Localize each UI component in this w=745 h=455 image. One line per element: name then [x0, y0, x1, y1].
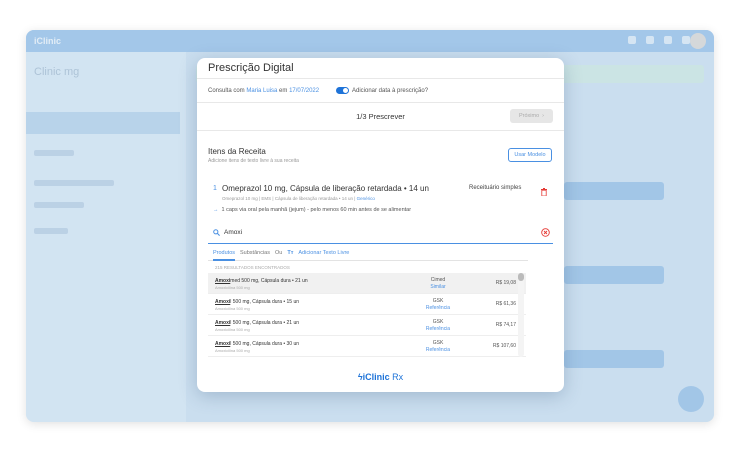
use-model-button[interactable]: Usar Modelo — [508, 148, 552, 162]
result-name: Amoximed 500 mg, Cápsula dura • 21 un — [215, 278, 308, 284]
results-list: Amoximed 500 mg, Cápsula dura • 21 un Am… — [208, 273, 526, 357]
result-substance: Amoxicilina 500 mg — [215, 306, 250, 311]
result-lab: Cimed — [430, 277, 446, 283]
result-lab: GSK — [432, 298, 444, 304]
result-substance: Amoxicilina 500 mg — [215, 348, 250, 353]
consult-mid: em — [279, 88, 288, 94]
clear-icon[interactable] — [541, 228, 550, 237]
result-name: Amoxil 500 mg, Cápsula dura • 30 un — [215, 341, 300, 347]
prescription-type[interactable]: Receituário simples — [469, 185, 521, 191]
result-name: Amoxil 500 mg, Cápsula dura • 15 un — [215, 299, 300, 305]
tabs-divider — [208, 260, 528, 261]
result-category: Referência — [425, 326, 451, 332]
search-input[interactable] — [224, 227, 424, 238]
result-price: R$ 107,60 — [492, 343, 516, 349]
step-indicator: 1/3 Prescrever — [356, 112, 405, 121]
search-tabs: Produtos Substâncias Ou Tт Adicionar Tex… — [213, 250, 349, 256]
tab-products[interactable]: Produtos — [213, 250, 235, 256]
add-free-text-button[interactable]: Adicionar Texto Livre — [298, 250, 349, 256]
item-meta: Omeprazol 10 mg | EMS | Cápsula de liber… — [222, 196, 375, 201]
result-row[interactable]: Amoxil 500 mg, Cápsula dura • 21 un Amox… — [208, 315, 526, 336]
search-underline — [208, 243, 553, 244]
result-lab: GSK — [432, 319, 444, 325]
result-row[interactable]: Amoximed 500 mg, Cápsula dura • 21 un Am… — [208, 273, 526, 294]
tab-substances[interactable]: Substâncias — [240, 250, 270, 256]
search-icon — [213, 229, 220, 236]
chevron-right-icon: › — [542, 113, 544, 119]
item-number: 1 — [213, 185, 217, 192]
tab-active-indicator — [213, 259, 235, 261]
iclinic-rx-logo: ϟiClinic Rx — [357, 372, 404, 382]
result-lab: GSK — [432, 340, 444, 346]
result-price: R$ 74,17 — [495, 322, 516, 328]
divider — [197, 102, 564, 103]
result-name: Amoxil 500 mg, Cápsula dura • 21 un — [215, 320, 300, 326]
divider — [197, 78, 564, 79]
results-scrollbar[interactable] — [518, 273, 524, 357]
divider — [197, 130, 564, 131]
consult-date-link[interactable]: 17/07/2022 — [289, 88, 319, 94]
result-category: Referência — [425, 305, 451, 311]
next-button[interactable]: Próximo › — [510, 109, 553, 123]
result-substance: Amoxicilina 500 mg — [215, 327, 250, 332]
result-row[interactable]: Amoxil 500 mg, Cápsula dura • 15 un Amox… — [208, 294, 526, 315]
results-count: 215 RESULTADOS ENCONTRADOS — [215, 265, 290, 270]
tab-or: Ou — [274, 250, 283, 256]
arrow-right-icon: → — [213, 207, 219, 213]
patient-link[interactable]: Maria Luisa — [246, 88, 277, 94]
result-price: R$ 61,36 — [495, 301, 516, 307]
consult-prefix: Consulta com — [208, 88, 245, 94]
posology-text: 1 caps via oral pela manhã (jejum) - pel… — [221, 207, 412, 213]
result-price: R$ 19,08 — [495, 280, 516, 286]
scrollbar-thumb[interactable] — [518, 273, 524, 281]
item-name[interactable]: Omeprazol 10 mg, Cápsula de liberação re… — [222, 184, 429, 193]
result-substance: Amoxicilina 500 mg — [215, 285, 250, 290]
modal-title: Prescrição Digital — [208, 62, 294, 74]
posology[interactable]: → 1 caps via oral pela manhã (jejum) - pe… — [213, 207, 411, 213]
generic-link[interactable]: Genérico — [357, 196, 375, 201]
result-category: Similar — [430, 284, 446, 290]
add-date-label: Adicionar data à prescrição? — [352, 88, 429, 94]
consult-info: Consulta com Maria Luisa em 17/07/2022 — [208, 88, 319, 94]
prescription-modal: Prescrição Digital Consulta com Maria Lu… — [197, 58, 564, 392]
text-format-icon: Tт — [287, 250, 294, 256]
items-subtitle: Adicione itens de texto livre à sua rece… — [208, 158, 299, 164]
add-date-toggle[interactable] — [336, 87, 349, 94]
items-title: Itens da Receita — [208, 147, 266, 156]
result-row[interactable]: Amoxil 500 mg, Cápsula dura • 30 un Amox… — [208, 336, 526, 357]
item-meta-text: Omeprazol 10 mg | EMS | Cápsula de liber… — [222, 196, 356, 201]
trash-icon[interactable] — [541, 188, 547, 196]
next-label: Próximo — [518, 113, 540, 119]
result-category: Referência — [425, 347, 451, 353]
